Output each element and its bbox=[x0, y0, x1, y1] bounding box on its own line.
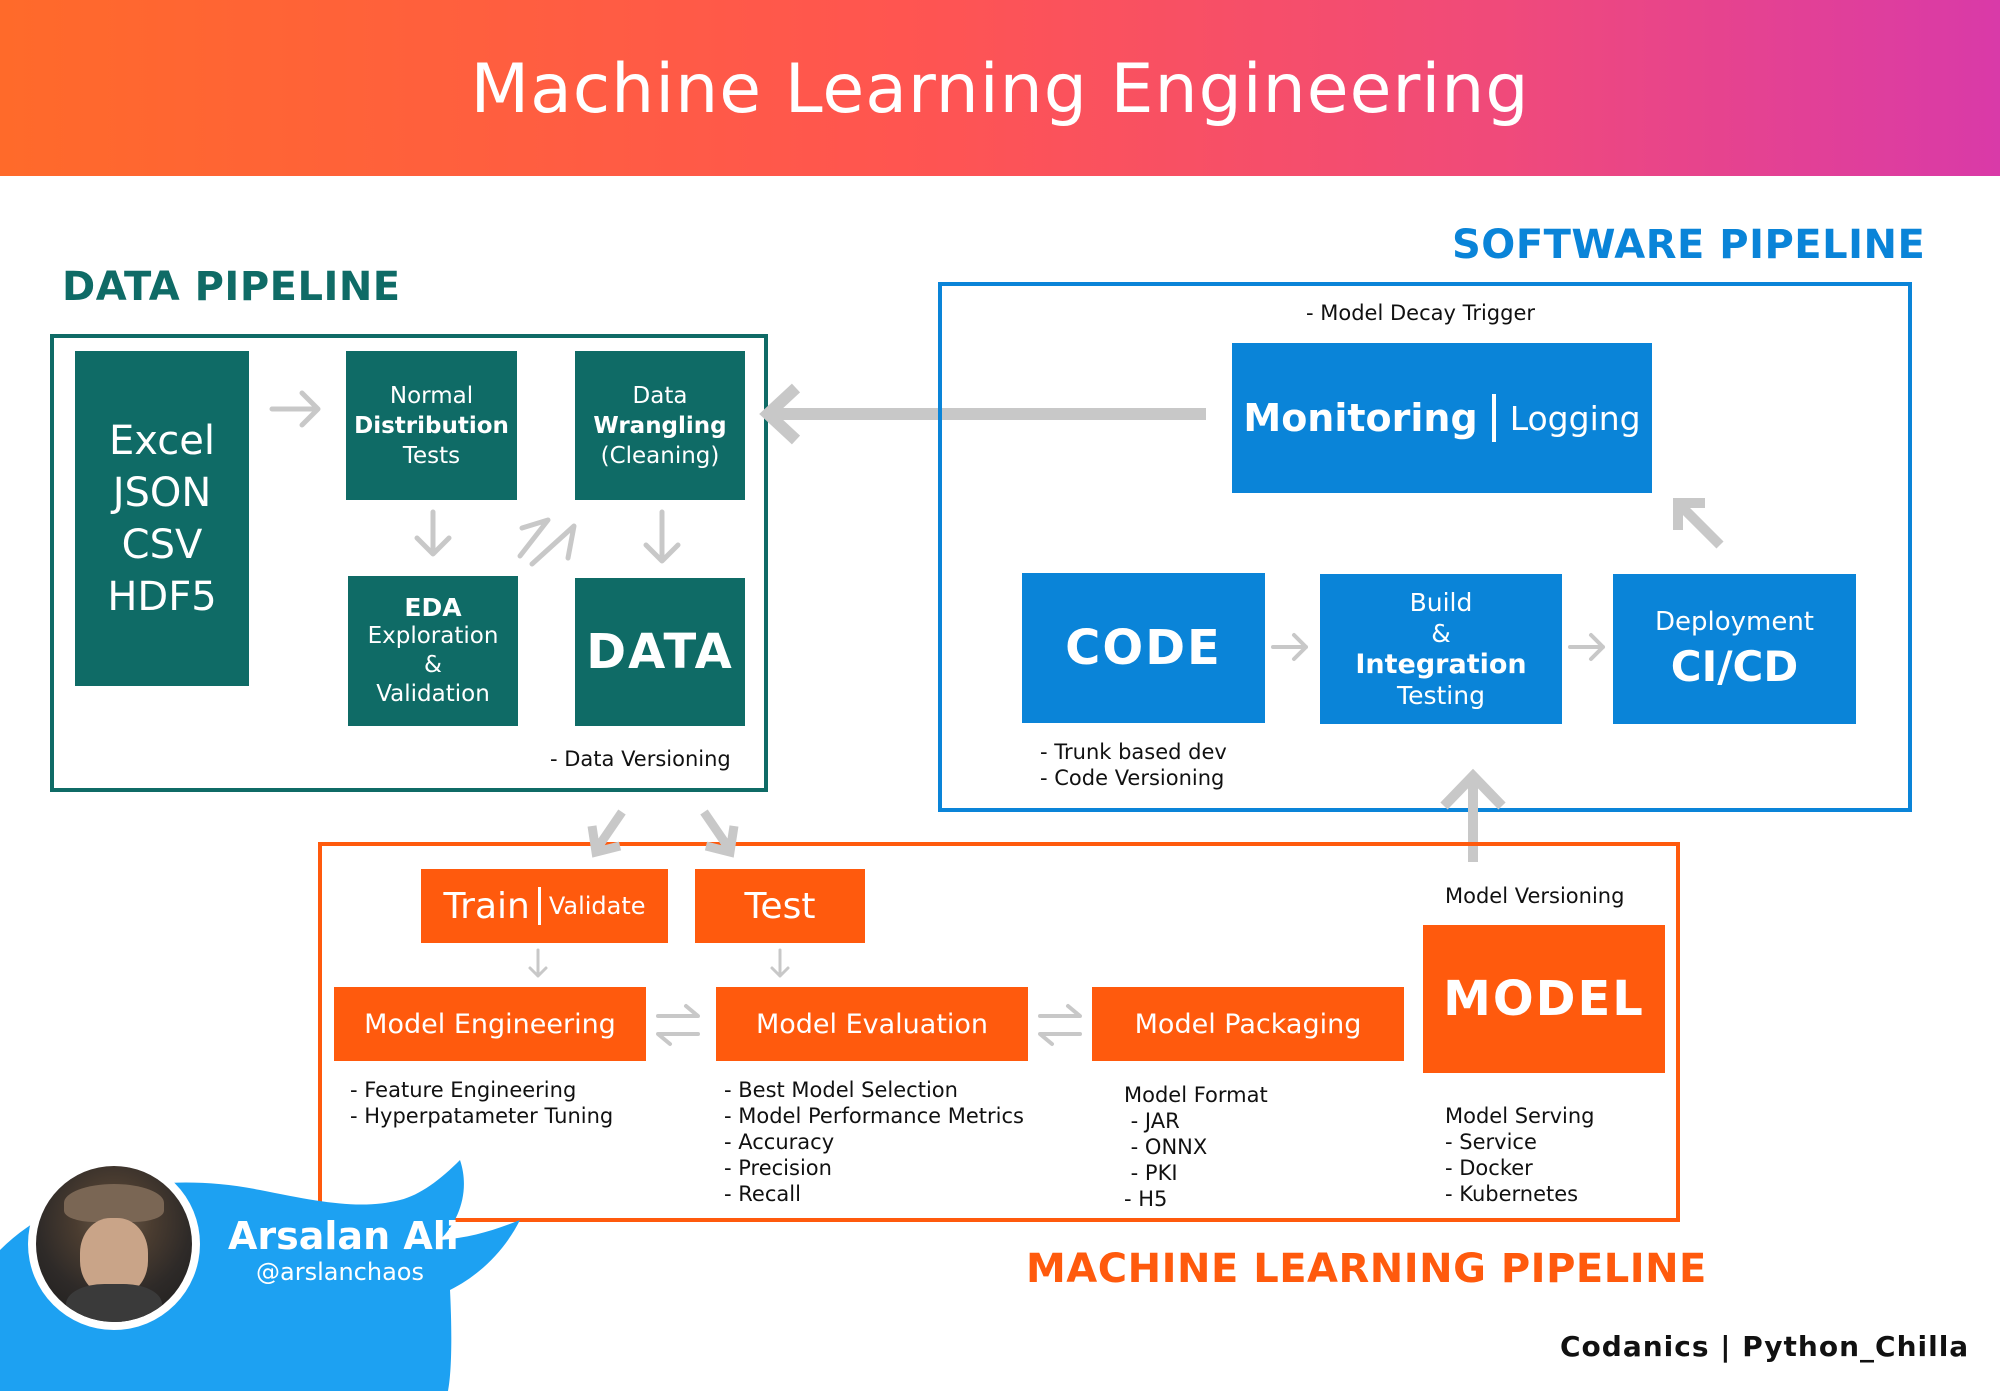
swap-arrows-icon bbox=[1038, 1004, 1082, 1018]
engineering-notes: - Feature Engineering - Hyperpatameter T… bbox=[350, 1077, 613, 1129]
format-note-3: - ONNX bbox=[1124, 1135, 1208, 1159]
avatar-ring bbox=[28, 1158, 200, 1330]
eval-note-1: - Best Model Selection bbox=[724, 1078, 958, 1102]
eval-note-2: - Model Performance Metrics bbox=[724, 1104, 1024, 1128]
swap-arrows-icon bbox=[656, 1004, 700, 1018]
serving-notes: Model Serving - Service - Docker - Kuber… bbox=[1445, 1103, 1595, 1207]
arrow-down-icon bbox=[770, 948, 790, 978]
avatar-hat bbox=[64, 1184, 164, 1222]
format-note-1: Model Format bbox=[1124, 1083, 1268, 1107]
avatar bbox=[36, 1166, 192, 1322]
arrow-down-icon bbox=[528, 948, 548, 978]
serving-note-3: - Docker bbox=[1445, 1156, 1533, 1180]
footer-credit: Codanics | Python_Chilla bbox=[1560, 1330, 1970, 1363]
format-note-2: - JAR bbox=[1124, 1109, 1180, 1133]
eng-note-2: - Hyperpatameter Tuning bbox=[350, 1104, 614, 1128]
ml-pipeline-title: MACHINE LEARNING PIPELINE bbox=[1026, 1246, 1707, 1292]
eval-note-5: - Recall bbox=[724, 1182, 801, 1206]
evaluation-notes: - Best Model Selection - Model Performan… bbox=[724, 1077, 1024, 1207]
author-handle: @arslanchaos bbox=[256, 1258, 424, 1286]
author-name: Arsalan Ali bbox=[228, 1214, 459, 1258]
eng-note-1: - Feature Engineering bbox=[350, 1078, 577, 1102]
eval-note-4: - Precision bbox=[724, 1156, 832, 1180]
serving-note-1: Model Serving bbox=[1445, 1104, 1595, 1128]
avatar-body bbox=[66, 1284, 162, 1322]
format-note-5: - H5 bbox=[1124, 1187, 1168, 1211]
eval-note-3: - Accuracy bbox=[724, 1130, 835, 1154]
format-notes: Model Format - JAR - ONNX - PKI - H5 bbox=[1124, 1082, 1268, 1212]
serving-note-4: - Kubernetes bbox=[1445, 1182, 1579, 1206]
serving-note-2: - Service bbox=[1445, 1130, 1537, 1154]
format-note-4: - PKI bbox=[1124, 1161, 1178, 1185]
